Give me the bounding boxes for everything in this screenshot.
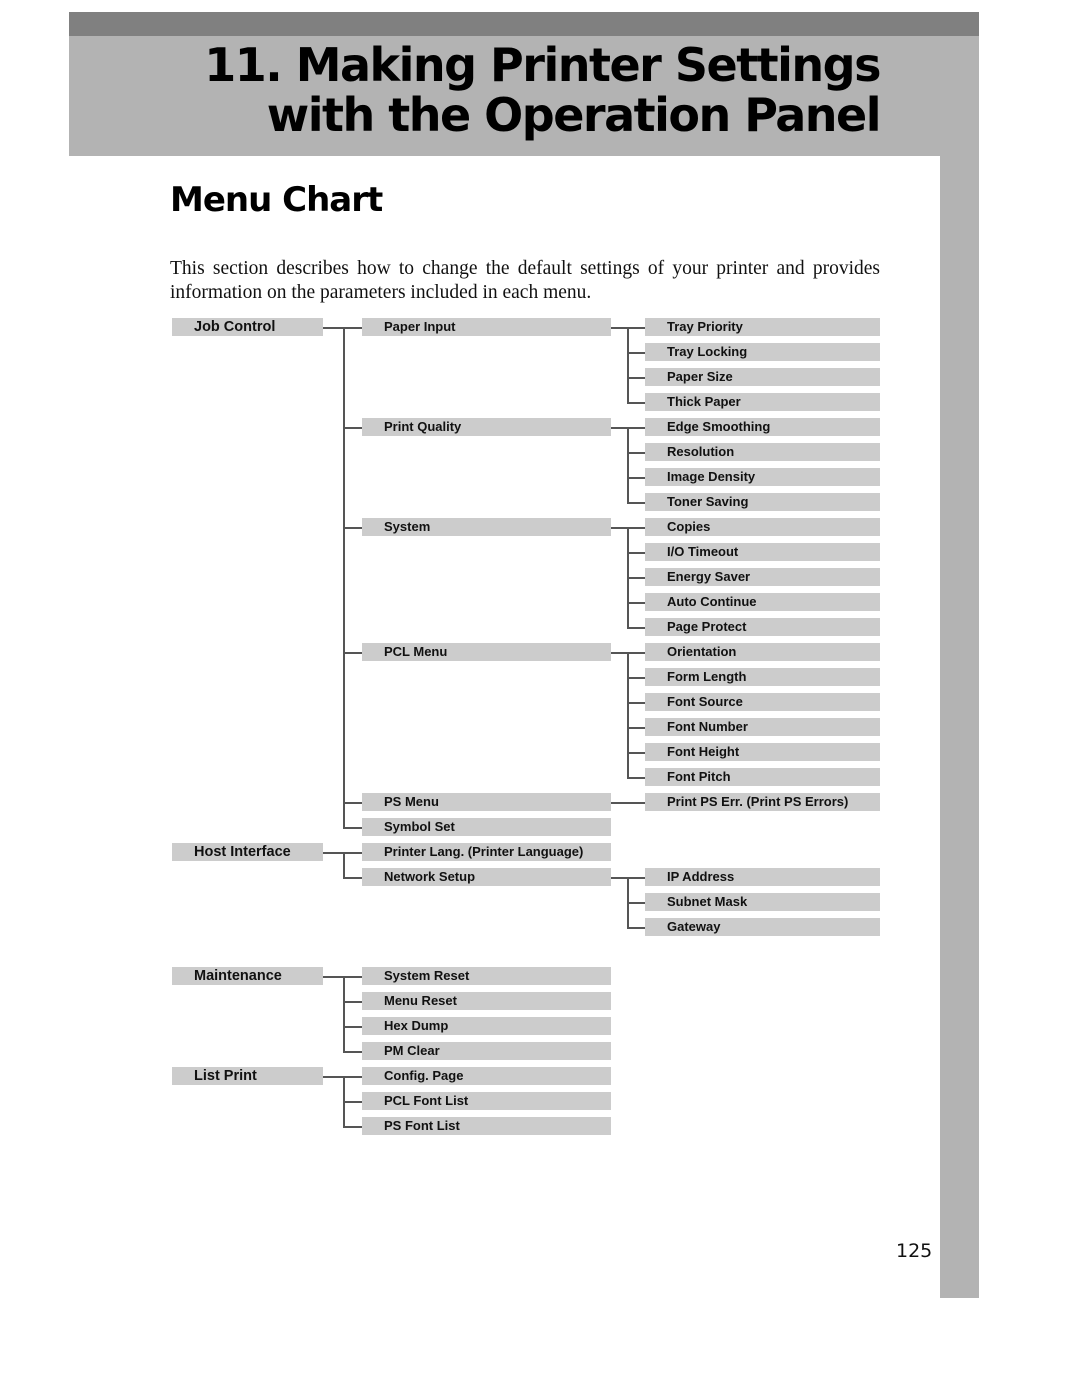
menu-item-pcl-font-list: PCL Font List (362, 1092, 611, 1111)
menu-item-system-reset: System Reset (362, 967, 611, 986)
connector-line (343, 1051, 362, 1053)
connector-line (627, 427, 629, 502)
connector-line (627, 352, 645, 354)
connector-line (343, 1126, 362, 1128)
menu-item-ip-address: IP Address (645, 867, 880, 886)
connector-line (343, 527, 362, 529)
menu-item-tray-priority: Tray Priority (645, 318, 880, 336)
menu-item-pm-clear: PM Clear (362, 1042, 611, 1061)
connector-line (627, 902, 645, 904)
menu-item-energy-saver: Energy Saver (645, 567, 880, 586)
menu-item-gateway: Gateway (645, 917, 880, 936)
menu-item-paper-input: Paper Input (362, 318, 611, 336)
connector-line (611, 802, 645, 804)
menu-item-job-control: Job Control (172, 318, 323, 336)
menu-item-thick-paper: Thick Paper (645, 392, 880, 411)
menu-item-font-height: Font Height (645, 742, 880, 761)
connector-line (343, 427, 362, 429)
menu-item-i-o-timeout: I/O Timeout (645, 542, 880, 561)
menu-item-tray-locking: Tray Locking (645, 342, 880, 361)
menu-item-font-number: Font Number (645, 717, 880, 736)
menu-item-image-density: Image Density (645, 467, 880, 486)
connector-line (627, 477, 645, 479)
connector-line (627, 677, 645, 679)
connector-line (627, 777, 645, 779)
connector-line (627, 752, 645, 754)
connector-line (627, 402, 645, 404)
connector-line (627, 627, 645, 629)
connector-line (343, 877, 362, 879)
menu-item-ps-font-list: PS Font List (362, 1117, 611, 1136)
menu-item-paper-size: Paper Size (645, 367, 880, 386)
connector-line (627, 552, 645, 554)
menu-item-menu-reset: Menu Reset (362, 992, 611, 1011)
menu-item-form-length: Form Length (645, 667, 880, 686)
menu-item-printer-lang-printer-language: Printer Lang. (Printer Language) (362, 842, 611, 861)
menu-item-copies: Copies (645, 517, 880, 536)
menu-item-network-setup: Network Setup (362, 867, 611, 886)
menu-item-pcl-menu: PCL Menu (362, 642, 611, 661)
connector-line (343, 827, 362, 829)
connector-line (627, 602, 645, 604)
menu-item-font-pitch: Font Pitch (645, 767, 880, 786)
menu-chart: Job Control Paper Input Tray Priority Tray … (0, 0, 1080, 1397)
menu-item-auto-continue: Auto Continue (645, 592, 880, 611)
connector-line (627, 452, 645, 454)
connector-line (627, 502, 645, 504)
connector-line (627, 727, 645, 729)
connector-line (343, 976, 345, 1051)
menu-item-symbol-set: Symbol Set (362, 817, 611, 836)
menu-item-ps-menu: PS Menu (362, 792, 611, 811)
connector-line (343, 1001, 362, 1003)
menu-item-maintenance: Maintenance (172, 967, 323, 986)
menu-item-system: System (362, 517, 611, 536)
menu-item-font-source: Font Source (645, 692, 880, 711)
connector-line (627, 577, 645, 579)
menu-item-hex-dump: Hex Dump (362, 1017, 611, 1036)
menu-item-host-interface: Host Interface (172, 842, 323, 861)
connector-line (627, 377, 645, 379)
connector-line (627, 327, 629, 402)
page-number: 125 (896, 1240, 933, 1262)
connector-line (627, 927, 645, 929)
menu-item-list-print: List Print (172, 1067, 323, 1086)
menu-item-print-quality: Print Quality (362, 417, 611, 436)
menu-item-toner-saving: Toner Saving (645, 492, 880, 511)
menu-item-subnet-mask: Subnet Mask (645, 892, 880, 911)
menu-item-config-page: Config. Page (362, 1067, 611, 1086)
connector-line (343, 852, 345, 877)
connector-line (627, 702, 645, 704)
connector-line (343, 652, 362, 654)
menu-item-resolution: Resolution (645, 442, 880, 461)
connector-line (627, 652, 629, 777)
menu-item-orientation: Orientation (645, 642, 880, 661)
connector-line (343, 802, 362, 804)
menu-item-page-protect: Page Protect (645, 617, 880, 636)
menu-item-print-ps-err-print-ps-errors: Print PS Err. (Print PS Errors) (645, 792, 880, 811)
menu-item-edge-smoothing: Edge Smoothing (645, 417, 880, 436)
connector-line (343, 327, 345, 827)
connector-line (343, 1101, 362, 1103)
connector-line (343, 1026, 362, 1028)
